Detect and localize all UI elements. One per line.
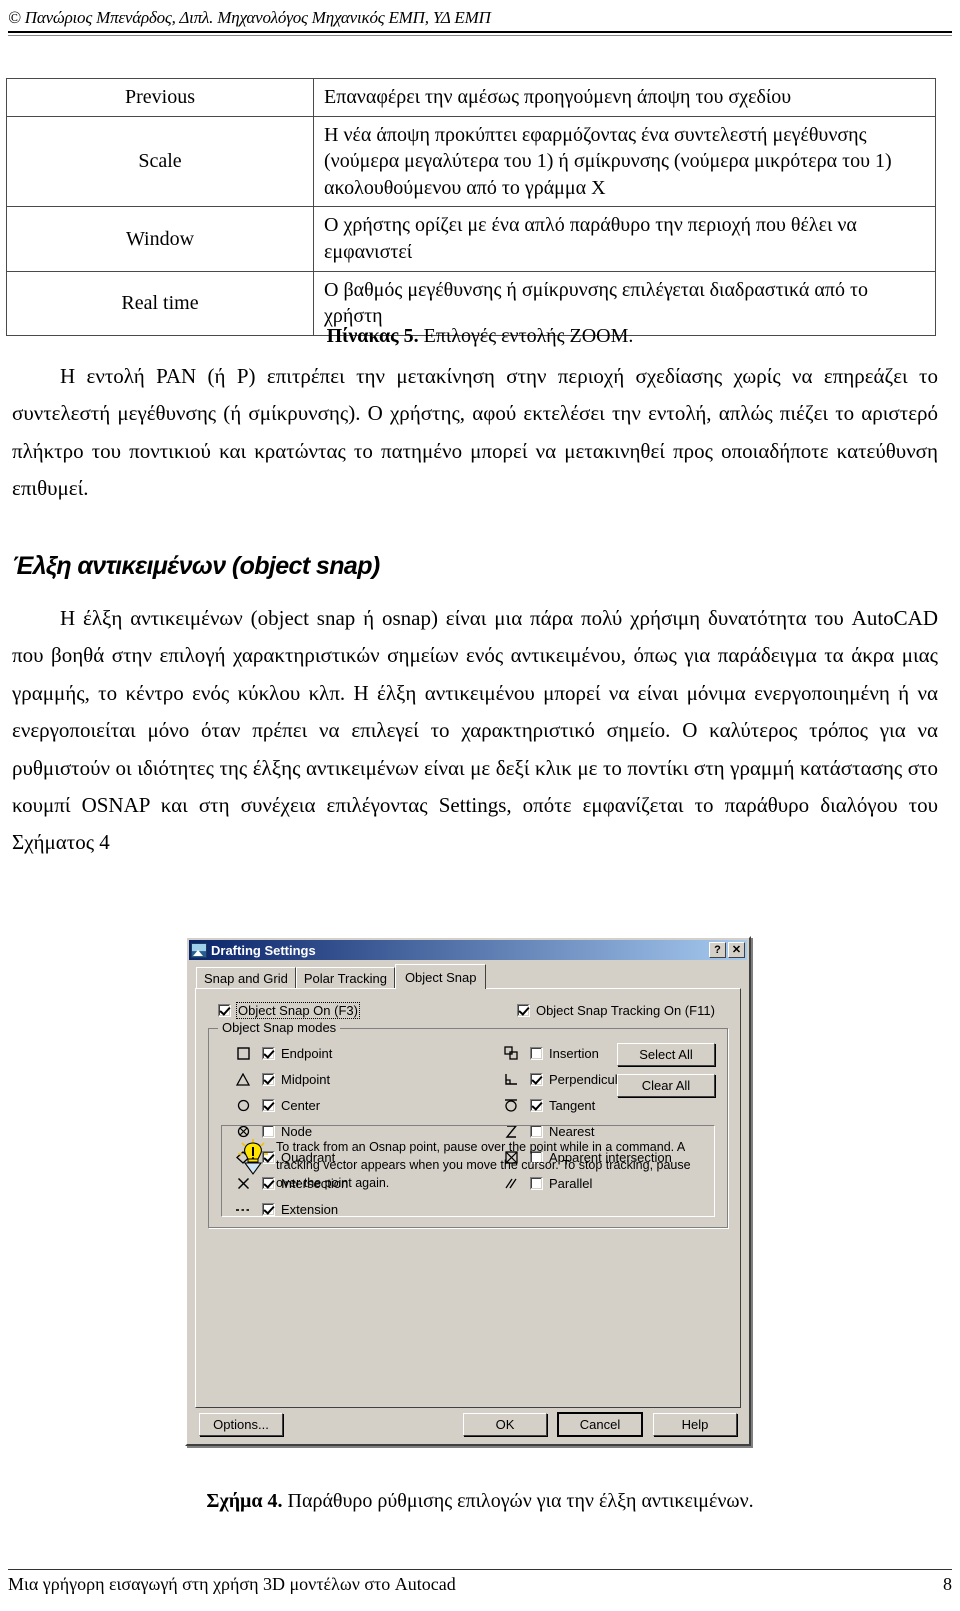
perpendicular-checkbox[interactable]	[530, 1072, 543, 1086]
dialog-bottom-buttons: Options... OK Cancel Help	[187, 1413, 749, 1436]
midpoint-label: Midpoint	[281, 1071, 331, 1087]
endpoint-checkbox[interactable]	[262, 1046, 275, 1060]
page-header: © Πανώριος Μπενάρδος, Διπλ. Μηχανολόγος …	[0, 8, 960, 36]
help-icon[interactable]: ?	[709, 942, 726, 958]
paragraph-object-snap: Η έλξη αντικειμένων (object snap ή osnap…	[12, 606, 938, 855]
zoom-option-description: Επαναφέρει την αμέσως προηγούμενη άποψη …	[313, 78, 936, 117]
midpoint-checkbox[interactable]	[262, 1072, 275, 1086]
help-button[interactable]: Help	[653, 1413, 737, 1436]
paragraph-pan: Η εντολή PAN (ή P) επιτρέπει την μετακίν…	[12, 364, 938, 501]
figure-caption-label: Σχήμα 4.	[206, 1490, 283, 1512]
section-heading: Έλξη αντικειμένων (object snap)	[12, 552, 380, 580]
object-snap-on-checkbox[interactable]	[218, 1004, 231, 1017]
footer-row: Μια γρήγορη εισαγωγή στη χρήση 3D μοντέλ…	[8, 1574, 952, 1595]
zoom-option-name: Window	[6, 206, 314, 272]
application-icon	[191, 942, 207, 958]
figure-caption-text: Παράθυρο ρύθμισης επιλογών για την έλξη …	[282, 1490, 754, 1512]
top-checkbox-row: Object Snap On (F3) Object Snap Tracking…	[218, 1002, 730, 1019]
page-number: 8	[943, 1574, 952, 1594]
object-snap-tab-panel: Object Snap On (F3) Object Snap Tracking…	[195, 988, 741, 1408]
mode-side-buttons: Select All Clear All	[617, 1043, 715, 1097]
tangent-checkbox[interactable]	[530, 1098, 543, 1112]
table-row: Window Ο χρήστης ορίζει με ένα απλό παρά…	[6, 206, 936, 272]
tab-polar-tracking[interactable]: Polar Tracking	[295, 967, 395, 988]
object-snap-on-label: Object Snap On (F3)	[236, 1002, 360, 1019]
drafting-settings-dialog: Drafting Settings ? ✕ Snap and Grid Pola…	[185, 936, 751, 1446]
dialog-titlebar[interactable]: Drafting Settings ? ✕	[189, 940, 747, 960]
object-snap-modes-group: Object Snap modes Endpoint Insertion Mid…	[208, 1020, 728, 1228]
tip-box: To track from an Osnap point, pause over…	[221, 1125, 715, 1217]
zoom-options-table: Previous Επαναφέρει την αμέσως προηγούμε…	[6, 78, 936, 336]
options-button[interactable]: Options...	[199, 1413, 283, 1436]
table-caption-text: Επιλογές εντολής ZOOM.	[418, 325, 634, 347]
select-all-button[interactable]: Select All	[617, 1043, 715, 1066]
center-label: Center	[281, 1097, 321, 1113]
table-caption-label: Πίνακας 5.	[326, 325, 419, 347]
tangent-label: Tangent	[549, 1097, 596, 1113]
mode-tangent[interactable]: Tangent	[501, 1097, 719, 1113]
triangle-icon	[233, 1071, 253, 1087]
footer-divider	[8, 1569, 952, 1570]
page-header-text: © Πανώριος Μπενάρδος, Διπλ. Μηχανολόγος …	[8, 8, 491, 27]
endpoint-label: Endpoint	[281, 1045, 333, 1061]
zoom-option-description: Ο χρήστης ορίζει με ένα απλό παράθυρο τη…	[313, 206, 936, 272]
center-checkbox[interactable]	[262, 1098, 275, 1112]
insertion-icon	[501, 1045, 521, 1061]
dialog-title: Drafting Settings	[211, 942, 316, 958]
object-snap-tracking-on-label: Object Snap Tracking On (F11)	[535, 1003, 715, 1018]
object-snap-tracking-on-checkbox[interactable]	[516, 1004, 530, 1017]
mode-center[interactable]: Center	[233, 1097, 501, 1113]
tab-object-snap[interactable]: Object Snap	[394, 964, 487, 989]
header-divider	[8, 31, 952, 36]
tangent-icon	[501, 1097, 521, 1113]
tab-snap-and-grid[interactable]: Snap and Grid	[196, 967, 296, 988]
ok-button[interactable]: OK	[463, 1413, 547, 1436]
square-icon	[233, 1045, 253, 1061]
circle-icon	[233, 1097, 253, 1113]
zoom-option-name: Previous	[6, 78, 314, 117]
object-snap-tracking-on-checkbox-row[interactable]: Object Snap Tracking On (F11)	[516, 1003, 715, 1018]
object-snap-modes-group-title: Object Snap modes	[218, 1020, 341, 1035]
mode-endpoint[interactable]: Endpoint	[233, 1045, 501, 1061]
figure-caption: Σχήμα 4. Παράθυρο ρύθμισης επιλογών για …	[0, 1490, 960, 1513]
zoom-option-description: Η νέα άποψη προκύπτει εφαρμόζοντας ένα σ…	[313, 115, 936, 208]
perpendicular-icon	[501, 1071, 521, 1087]
insertion-checkbox[interactable]	[530, 1046, 543, 1060]
dialog-action-buttons: OK Cancel Help	[463, 1413, 737, 1436]
object-snap-on-checkbox-row[interactable]: Object Snap On (F3)	[218, 1002, 360, 1019]
close-icon[interactable]: ✕	[728, 942, 745, 958]
table-row: Scale Η νέα άποψη προκύπτει εφαρμόζοντας…	[6, 115, 936, 208]
insertion-label: Insertion	[549, 1045, 599, 1061]
clear-all-button[interactable]: Clear All	[617, 1074, 715, 1097]
dialog-tabstrip: Snap and Grid Polar Tracking Object Snap	[196, 964, 749, 989]
tip-text: To track from an Osnap point, pause over…	[276, 1140, 691, 1191]
page-footer: Μια γρήγορη εισαγωγή στη χρήση 3D μοντέλ…	[8, 1569, 952, 1595]
footer-text: Μια γρήγορη εισαγωγή στη χρήση 3D μοντέλ…	[8, 1574, 456, 1594]
mode-midpoint[interactable]: Midpoint	[233, 1071, 501, 1087]
table-caption: Πίνακας 5. Επιλογές εντολής ZOOM.	[0, 325, 960, 348]
zoom-option-name: Scale	[6, 115, 314, 208]
table-row: Previous Επαναφέρει την αμέσως προηγούμε…	[6, 78, 936, 117]
cancel-button[interactable]: Cancel	[558, 1413, 642, 1436]
lightbulb-icon	[230, 1138, 276, 1176]
